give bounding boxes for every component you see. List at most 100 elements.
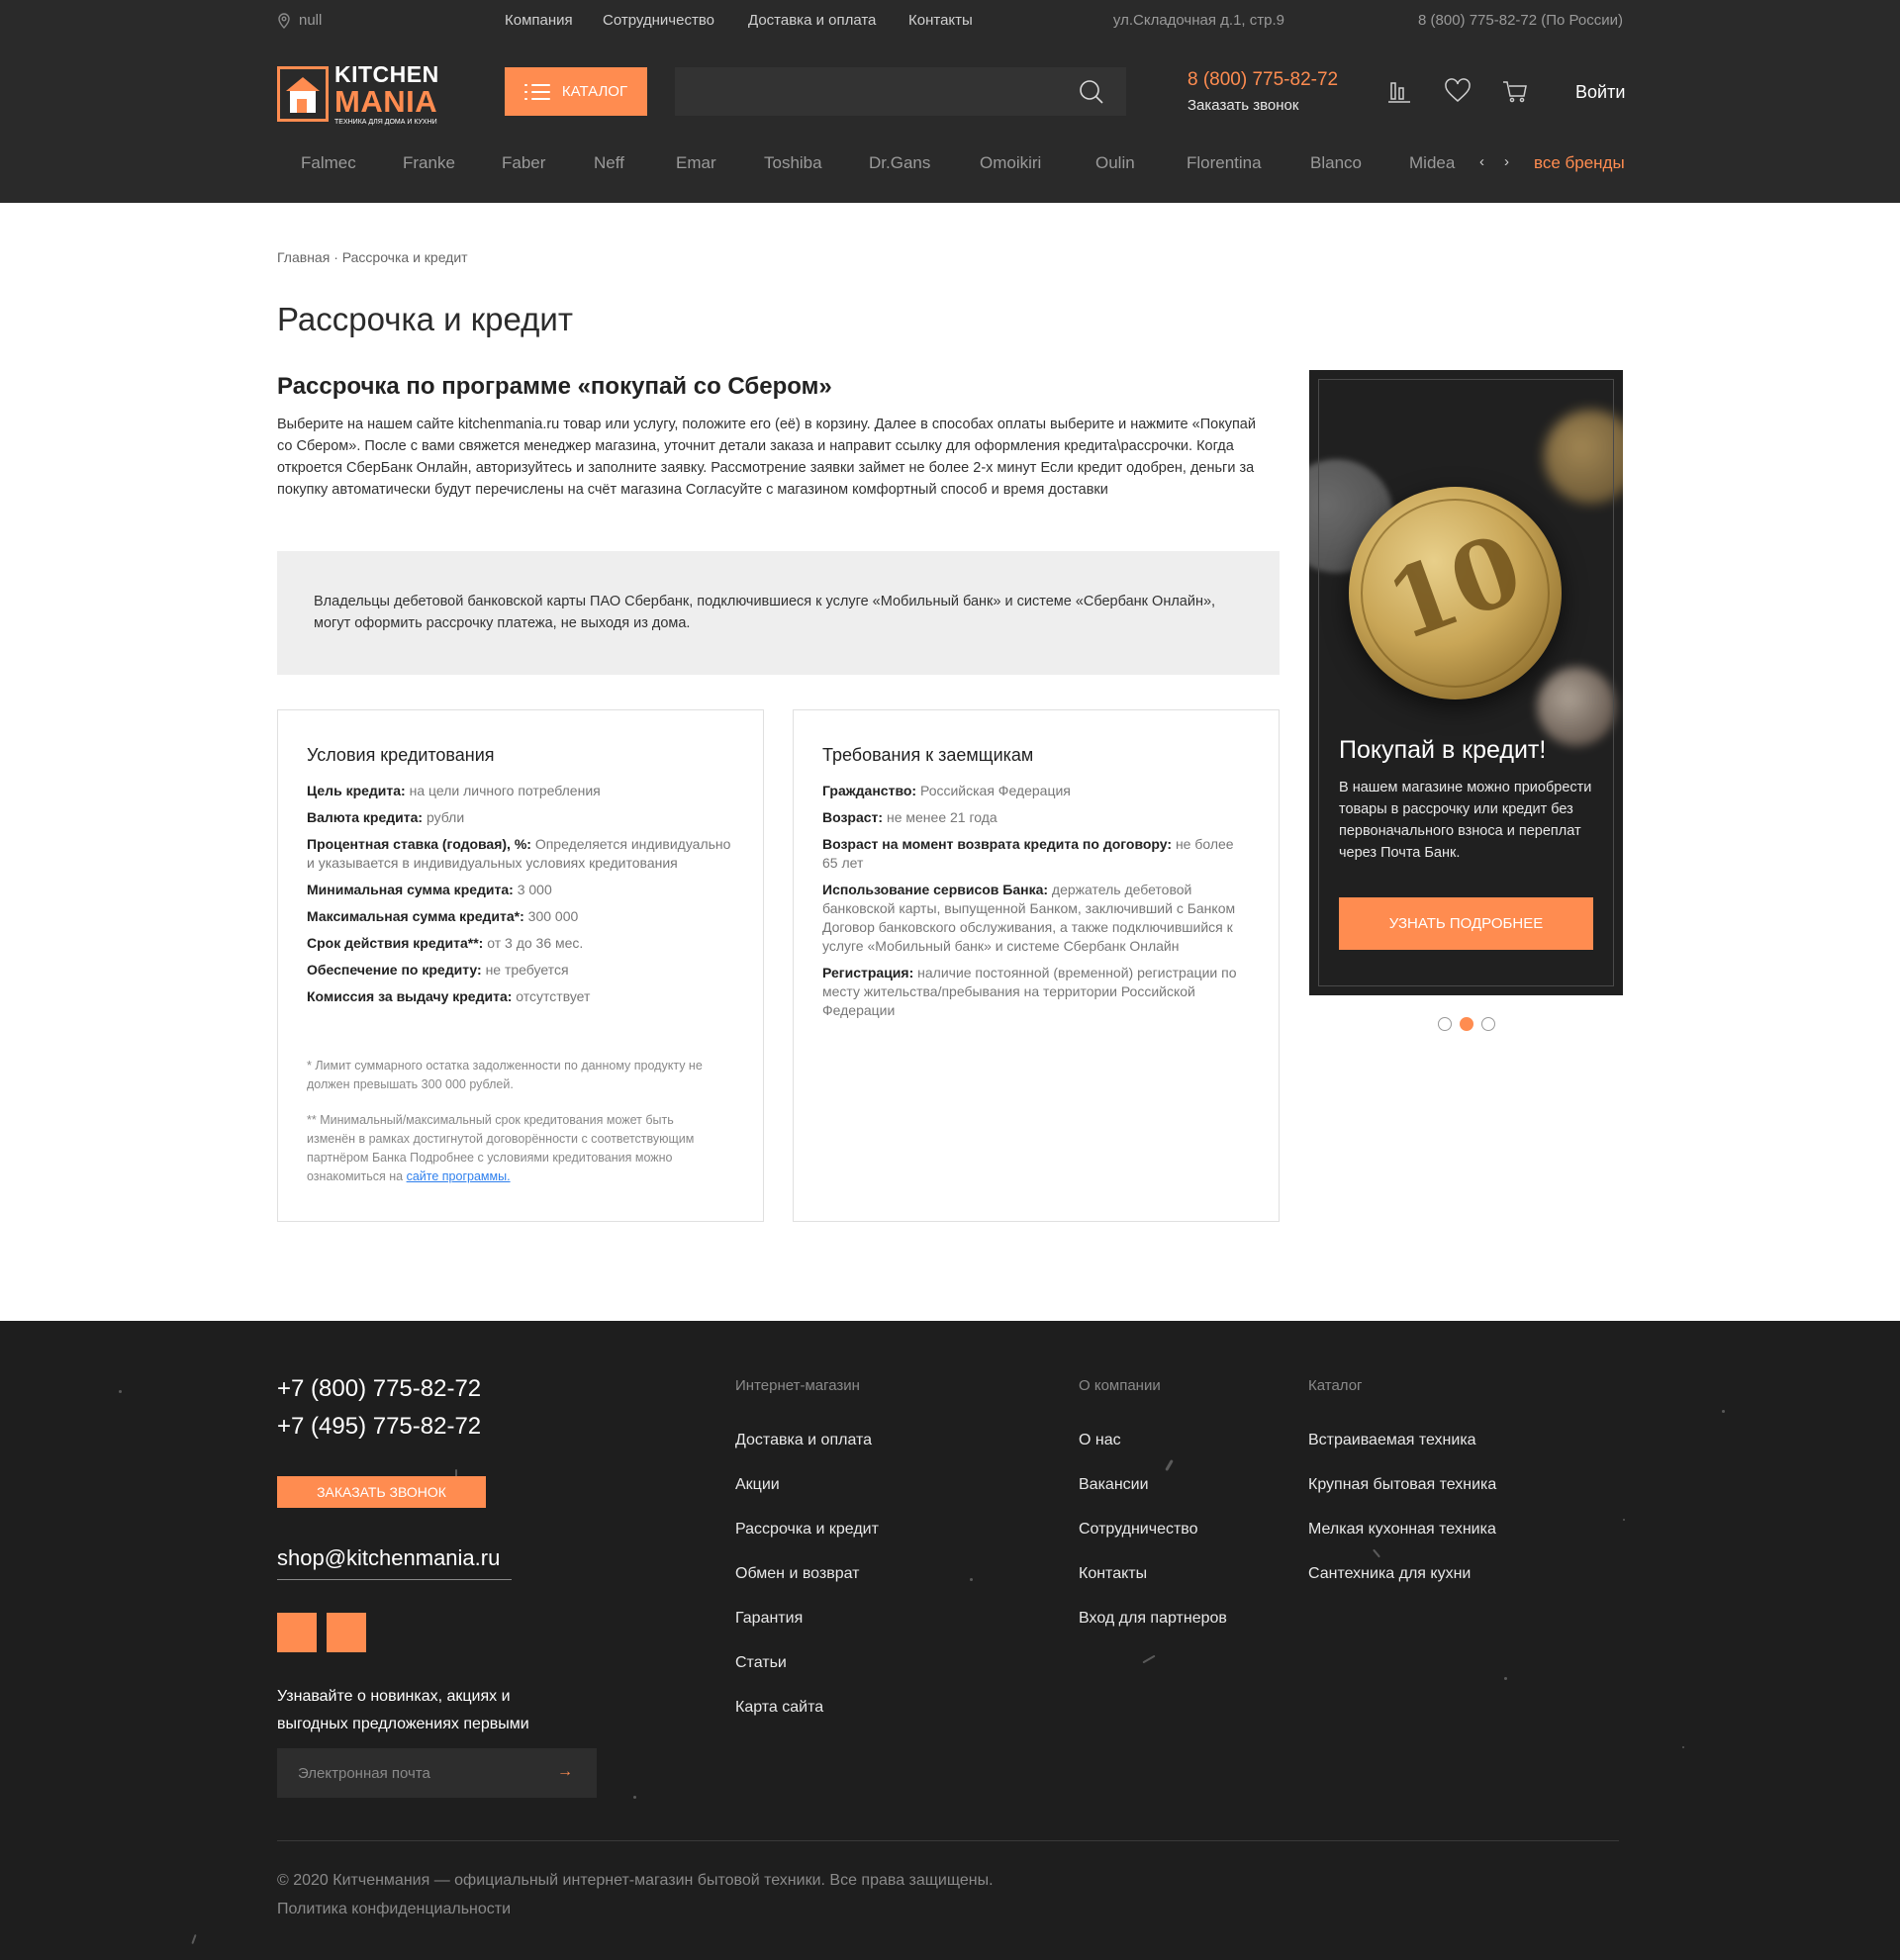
borrower-requirements-card: Требования к заемщикам Гражданство: Росс… bbox=[793, 709, 1280, 1222]
top-bar: null Компания Сотрудничество Доставка и … bbox=[0, 0, 1900, 42]
brand-drgans[interactable]: Dr.Gans bbox=[869, 153, 930, 173]
footer-link-built-in[interactable]: Встраиваемая техника bbox=[1308, 1432, 1476, 1449]
arrow-right-icon[interactable]: → bbox=[557, 1763, 573, 1781]
info-note-text: Владельцы дебетовой банковской карты ПАО… bbox=[314, 594, 1216, 631]
breadcrumb: Главная · Рассрочка и кредит bbox=[277, 249, 468, 265]
footer-col-catalog-title: Каталог bbox=[1308, 1377, 1363, 1394]
top-phone[interactable]: 8 (800) 775-82-72 (По России) bbox=[1418, 12, 1623, 29]
condition-row: Цель кредита: на цели личного потреблени… bbox=[307, 783, 601, 798]
condition-row: Срок действия кредита**: от 3 до 36 мес. bbox=[307, 935, 584, 951]
header-phone[interactable]: 8 (800) 775-82-72 bbox=[1188, 69, 1338, 91]
condition-row: Процентная ставка (годовая), %: Определя… bbox=[307, 836, 731, 871]
brands-prev-arrow-icon[interactable]: ‹ bbox=[1479, 153, 1484, 170]
footer-link-plumbing[interactable]: Сантехника для кухни bbox=[1308, 1565, 1471, 1583]
footer-link-about[interactable]: О нас bbox=[1079, 1432, 1121, 1449]
footer-link-delivery[interactable]: Доставка и оплата bbox=[735, 1432, 872, 1449]
location-selector[interactable]: null bbox=[277, 12, 322, 29]
footer-link-contacts[interactable]: Контакты bbox=[1079, 1565, 1147, 1583]
brands-next-arrow-icon[interactable]: › bbox=[1504, 153, 1509, 170]
copyright: © 2020 Китченмания — официальный интерне… bbox=[277, 1872, 994, 1889]
footer-email-link[interactable]: shop@kitchenmania.ru bbox=[277, 1545, 512, 1580]
credit-conditions-title: Условия кредитования bbox=[307, 745, 495, 765]
top-nav-cooperation[interactable]: Сотрудничество bbox=[603, 12, 714, 29]
info-note: Владельцы дебетовой банковской карты ПАО… bbox=[277, 551, 1280, 675]
logo-tagline: ТЕХНИКА ДЛЯ ДОМА И КУХНИ bbox=[334, 118, 437, 126]
footer-link-vacancies[interactable]: Вакансии bbox=[1079, 1476, 1149, 1494]
condition-row: Минимальная сумма кредита: 3 000 bbox=[307, 882, 552, 897]
footer-phone-2[interactable]: +7 (495) 775-82-72 bbox=[277, 1413, 481, 1441]
page-title: Рассрочка и кредит bbox=[277, 301, 573, 337]
footer-link-returns[interactable]: Обмен и возврат bbox=[735, 1565, 859, 1583]
logo-word-kitchen: KITCHEN bbox=[334, 60, 439, 87]
brand-omoikiri[interactable]: Omoikiri bbox=[980, 153, 1041, 173]
breadcrumb-home[interactable]: Главная bbox=[277, 249, 330, 265]
subscribe-form: → bbox=[277, 1748, 597, 1798]
section-title: Рассрочка по программе «покупай со Сберо… bbox=[277, 373, 832, 400]
callback-link[interactable]: Заказать звонок bbox=[1188, 97, 1298, 114]
condition-row: Максимальная сумма кредита*: 300 000 bbox=[307, 908, 579, 924]
brand-oulin[interactable]: Oulin bbox=[1095, 153, 1135, 173]
site-header: null Компания Сотрудничество Доставка и … bbox=[0, 0, 1900, 203]
footer-col-shop-title: Интернет-магазин bbox=[735, 1377, 860, 1394]
brand-neff[interactable]: Neff bbox=[594, 153, 624, 173]
footer-phone-1[interactable]: +7 (800) 775-82-72 bbox=[277, 1375, 481, 1403]
promo-slider-dots bbox=[1438, 1017, 1495, 1031]
brand-florentina[interactable]: Florentina bbox=[1187, 153, 1262, 173]
intro-text: Выберите на нашем сайте kitchenmania.ru … bbox=[277, 417, 1256, 498]
credit-conditions-card: Условия кредитования Цель кредита: на це… bbox=[277, 709, 764, 1222]
catalog-button[interactable]: Каталог bbox=[505, 67, 647, 116]
brand-midea[interactable]: Midea bbox=[1409, 153, 1455, 173]
footer-link-promotions[interactable]: Акции bbox=[735, 1476, 780, 1494]
footer-link-sitemap[interactable]: Карта сайта bbox=[735, 1699, 823, 1717]
compare-icon[interactable] bbox=[1385, 77, 1413, 105]
program-site-link[interactable]: сайте программы. bbox=[407, 1169, 511, 1183]
footer-link-warranty[interactable]: Гарантия bbox=[735, 1610, 803, 1628]
favorites-heart-icon[interactable] bbox=[1444, 77, 1472, 105]
footer-link-cooperation[interactable]: Сотрудничество bbox=[1079, 1521, 1198, 1539]
learn-more-button[interactable]: Узнать подробнее bbox=[1339, 897, 1593, 950]
subscribe-email-input[interactable] bbox=[277, 1748, 534, 1798]
search-input[interactable] bbox=[675, 67, 1061, 116]
condition-row: Комиссия за выдачу кредита: отсутствует bbox=[307, 988, 591, 1004]
breadcrumb-current: Рассрочка и кредит bbox=[341, 249, 468, 265]
search-icon[interactable] bbox=[1079, 79, 1104, 105]
login-link[interactable]: Войти bbox=[1575, 82, 1625, 103]
top-nav-delivery[interactable]: Доставка и оплата bbox=[748, 12, 876, 29]
top-nav-contacts[interactable]: Контакты bbox=[908, 12, 973, 29]
slider-dot[interactable] bbox=[1481, 1017, 1495, 1031]
top-nav-company[interactable]: Компания bbox=[505, 12, 573, 29]
brand-strip: Falmec Franke Faber Neff Emar Toshiba Dr… bbox=[0, 148, 1900, 178]
all-brands-link[interactable]: все бренды bbox=[1534, 153, 1625, 173]
footer-col-company-title: О компании bbox=[1079, 1377, 1161, 1394]
footer-link-articles[interactable]: Статьи bbox=[735, 1654, 787, 1672]
breadcrumb-separator: · bbox=[333, 249, 338, 265]
requirement-row: Возраст на момент возврата кредита по до… bbox=[822, 836, 1234, 871]
social-icon[interactable] bbox=[277, 1613, 317, 1652]
slider-dot-active[interactable] bbox=[1460, 1017, 1473, 1031]
footer-link-credit[interactable]: Рассрочка и кредит bbox=[735, 1521, 879, 1539]
brand-blanco[interactable]: Blanco bbox=[1310, 153, 1362, 173]
footer-link-partner-login[interactable]: Вход для партнеров bbox=[1079, 1610, 1227, 1628]
social-icon[interactable] bbox=[327, 1613, 366, 1652]
catalog-button-label: Каталог bbox=[561, 83, 628, 100]
footer-divider bbox=[277, 1840, 1619, 1841]
subscribe-text: Узнавайте о новинках, акциях и выгодных … bbox=[277, 1688, 529, 1732]
slider-dot[interactable] bbox=[1438, 1017, 1452, 1031]
promo-title: Покупай в кредит! bbox=[1339, 736, 1547, 764]
store-address: ул.Складочная д.1, стр.9 bbox=[1112, 12, 1284, 29]
brand-franke[interactable]: Franke bbox=[403, 153, 455, 173]
requirement-row: Гражданство: Российская Федерация bbox=[822, 783, 1071, 798]
footnote-term: ** Минимальный/максимальный срок кредито… bbox=[307, 1113, 695, 1183]
footer-link-large-appliances[interactable]: Крупная бытовая техника bbox=[1308, 1476, 1496, 1494]
cart-icon[interactable] bbox=[1501, 77, 1529, 105]
brand-faber[interactable]: Faber bbox=[502, 153, 545, 173]
logo-word-mania: MANIA bbox=[334, 83, 438, 119]
footer-link-small-appliances[interactable]: Мелкая кухонная техника bbox=[1308, 1521, 1496, 1539]
brand-falmec[interactable]: Falmec bbox=[301, 153, 356, 173]
brand-toshiba[interactable]: Toshiba bbox=[764, 153, 822, 173]
privacy-policy-link[interactable]: Политика конфиденциальности bbox=[277, 1901, 511, 1918]
promo-frame bbox=[1318, 379, 1614, 986]
site-logo[interactable]: KITCHEN MANIA ТЕХНИКА ДЛЯ ДОМА И КУХНИ bbox=[277, 60, 450, 126]
brand-emar[interactable]: Emar bbox=[676, 153, 716, 173]
footer-callback-button[interactable]: Заказать звонок bbox=[277, 1476, 486, 1508]
